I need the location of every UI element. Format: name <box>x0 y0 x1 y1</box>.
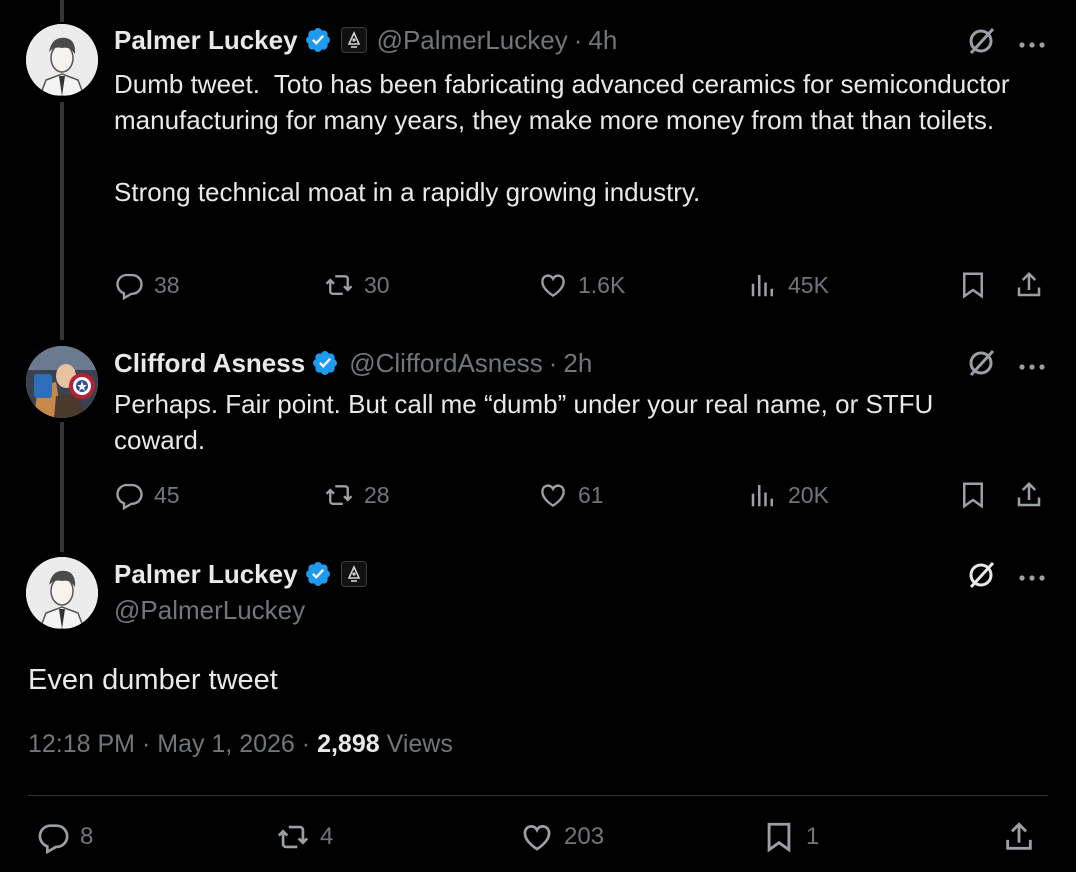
like-button[interactable]: 203 <box>520 820 604 854</box>
repost-count: 30 <box>364 271 390 298</box>
separator: · <box>573 24 583 55</box>
share-button[interactable] <box>1002 820 1036 854</box>
repost-button[interactable]: 30 <box>324 270 390 300</box>
views-label: Views <box>386 730 453 758</box>
like-count: 203 <box>564 823 605 850</box>
tweet-text: Perhaps. Fair point. But call me “dumb” … <box>114 389 941 455</box>
thread-line-2 <box>60 422 64 552</box>
divider <box>28 795 1048 796</box>
views-button[interactable]: 45K <box>748 270 829 300</box>
separator: · <box>548 347 558 378</box>
repost-button[interactable]: 28 <box>324 480 390 510</box>
repost-count: 4 <box>320 823 334 850</box>
author-name[interactable]: Palmer Luckey <box>114 25 298 56</box>
like-button[interactable]: 1.6K <box>538 270 625 300</box>
avatar-clifford[interactable] <box>26 346 98 418</box>
tweet-text: Even dumber tweet <box>28 664 278 696</box>
views-count: 20K <box>788 481 829 508</box>
verified-badge-icon <box>304 560 332 588</box>
like-count: 1.6K <box>578 271 626 298</box>
reply-button[interactable]: 8 <box>36 820 93 854</box>
reply-icon <box>38 824 69 854</box>
reply-count: 38 <box>154 271 180 298</box>
like-icon <box>541 274 565 298</box>
tweet-meta: 12:18 PM · May 1, 2026 · 2,898 Views <box>28 730 453 759</box>
views-button[interactable]: 20K <box>748 480 829 510</box>
share-button[interactable] <box>1014 480 1044 510</box>
share-button[interactable] <box>1014 270 1044 300</box>
separator: · <box>301 730 311 758</box>
bookmark-button[interactable] <box>958 480 988 510</box>
author-name[interactable]: Clifford Asness <box>114 348 305 379</box>
more-icon[interactable] <box>1017 37 1047 48</box>
main-tweet-actions: 8 4 203 1 <box>36 820 1046 854</box>
bookmark-icon <box>767 822 791 853</box>
bookmark-button[interactable]: 1 <box>762 820 819 854</box>
grok-icon[interactable] <box>964 558 998 592</box>
bookmark-count: 1 <box>806 823 820 850</box>
repost-button[interactable]: 4 <box>276 820 333 854</box>
avatar-image <box>26 557 98 629</box>
thread-line-1 <box>60 102 64 340</box>
tweet-1-header: Palmer Luckey @PalmerLuckey · 4h <box>114 23 617 57</box>
more-icon[interactable] <box>1017 359 1047 370</box>
reply-button[interactable]: 45 <box>114 480 180 510</box>
verified-badge-icon <box>304 26 332 54</box>
avatar-palmer[interactable] <box>26 557 98 629</box>
views-count: 2,898 <box>317 730 380 758</box>
thread-line-top <box>60 0 64 22</box>
reply-icon <box>116 483 143 510</box>
avatar-palmer[interactable] <box>26 24 98 96</box>
bookmark-icon <box>963 482 983 509</box>
repost-icon <box>277 825 309 849</box>
like-icon <box>523 825 551 851</box>
share-icon <box>1017 481 1041 507</box>
author-handle[interactable]: @PalmerLuckey <box>377 25 568 56</box>
grok-icon[interactable] <box>964 24 998 58</box>
share-icon <box>1006 822 1032 850</box>
affiliate-badge-icon[interactable] <box>340 27 367 53</box>
bookmark-icon <box>963 272 983 299</box>
like-icon <box>541 484 565 508</box>
author-handle[interactable]: @CliffordAsness <box>349 348 543 379</box>
repost-icon <box>325 275 353 295</box>
verified-badge-icon <box>311 349 339 377</box>
author-handle[interactable]: @PalmerLuckey <box>114 595 305 626</box>
bookmark-button[interactable] <box>958 270 988 300</box>
views-icon <box>751 485 773 507</box>
author-name[interactable]: Palmer Luckey <box>114 559 298 590</box>
like-count: 61 <box>578 481 604 508</box>
tweet-2-header: Clifford Asness @CliffordAsness · 2h <box>114 346 592 380</box>
tweet-2-actions: 45 28 61 20K <box>114 480 1054 514</box>
share-icon <box>1017 271 1041 297</box>
tweet-time[interactable]: 12:18 PM <box>28 730 135 758</box>
tweet-1-actions: 38 30 1.6K 45K <box>114 270 1054 304</box>
separator: · <box>141 730 151 758</box>
affiliate-badge-icon[interactable] <box>340 561 367 587</box>
grok-icon[interactable] <box>964 346 998 380</box>
main-tweet-handle-row: @PalmerLuckey <box>114 593 305 627</box>
views-icon <box>751 275 773 297</box>
avatar-image <box>26 346 98 418</box>
reply-button[interactable]: 38 <box>114 270 180 300</box>
tweet-text: Dumb tweet. Toto has been fabricating ad… <box>114 69 1010 207</box>
main-tweet-header: Palmer Luckey <box>114 557 367 591</box>
tweet-date[interactable]: May 1, 2026 <box>157 730 295 758</box>
reply-count: 45 <box>154 481 180 508</box>
views-count: 45K <box>788 271 829 298</box>
repost-icon <box>325 485 353 505</box>
like-button[interactable]: 61 <box>538 480 604 510</box>
reply-icon <box>116 273 143 300</box>
tweet-time[interactable]: 4h <box>588 25 617 56</box>
tweet-time[interactable]: 2h <box>563 348 592 379</box>
reply-count: 8 <box>80 823 94 850</box>
repost-count: 28 <box>364 481 390 508</box>
avatar-image <box>26 24 98 96</box>
more-icon[interactable] <box>1017 570 1047 581</box>
